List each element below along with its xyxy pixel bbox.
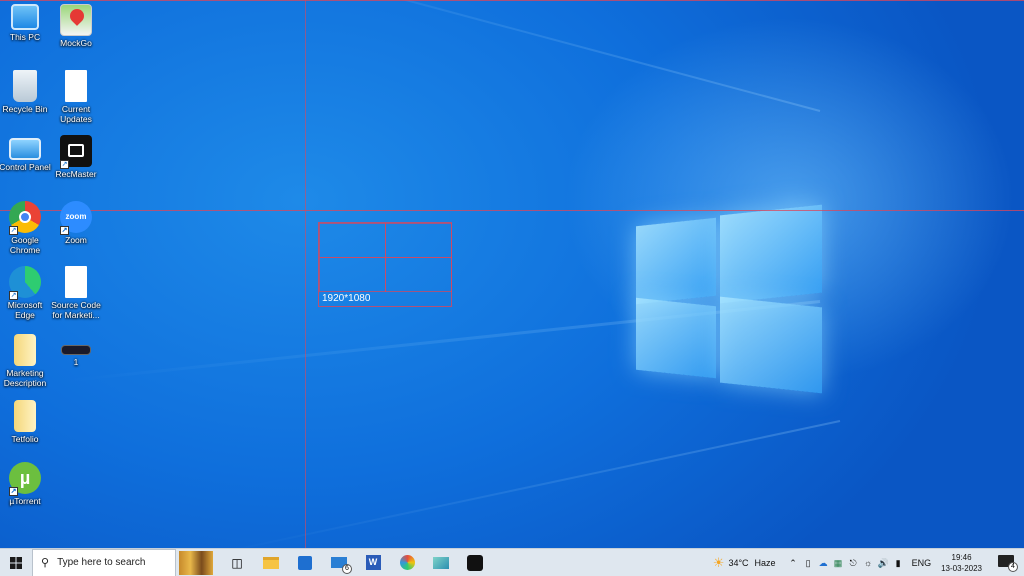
chevron-up-icon[interactable]: ⌃ — [787, 558, 800, 569]
wallpaper-beam — [143, 0, 821, 112]
region-selection-box[interactable]: 1920*1080 — [318, 222, 452, 307]
resolution-label: 1920*1080 — [322, 293, 371, 304]
chrome-icon: ↗ — [9, 201, 41, 235]
desktop-icon-zoom[interactable]: zoom ↗ Zoom — [48, 201, 104, 245]
zip-folder-icon — [14, 400, 36, 432]
weather-widget[interactable]: ☀ 34°C Haze — [713, 555, 776, 571]
control-panel-icon — [9, 138, 41, 160]
desktop-icon-marketing-description[interactable]: Marketing Description — [0, 334, 53, 388]
desktop-icon-microsoft-edge[interactable]: ↗ Microsoft Edge — [0, 266, 53, 320]
taskbar-mail[interactable]: 6 — [322, 549, 356, 576]
crosshair-vertical-guide — [305, 0, 306, 548]
image-file-icon — [61, 345, 91, 355]
shortcut-arrow-icon: ↗ — [9, 487, 18, 496]
desktop-icon-this-pc[interactable]: This PC — [0, 4, 53, 42]
grid-cell — [385, 223, 452, 258]
taskbar-recmaster[interactable] — [458, 549, 492, 576]
task-view-icon: ◫ — [231, 555, 243, 570]
desktop-icon-recycle-bin[interactable]: Recycle Bin — [0, 70, 53, 114]
taskbar-search-box[interactable]: ⚲ Type here to search — [32, 548, 176, 576]
grid-cell — [319, 257, 386, 292]
search-highlight-image[interactable] — [176, 549, 216, 576]
search-icon: ⚲ — [41, 557, 50, 569]
system-tray: ☀ 34°C Haze ⌃ ▯ ☁ ▦ ⎋ ☼ 🔊 ▮ ENG 19:46 13… — [713, 549, 1024, 576]
shortcut-arrow-icon: ↗ — [9, 291, 18, 300]
edge-icon: ↗ — [9, 266, 41, 300]
computer-icon — [11, 4, 39, 30]
usb-icon[interactable]: ⎋ — [847, 558, 860, 569]
battery-icon[interactable]: ▮ — [892, 558, 905, 569]
taskbar-file-explorer[interactable] — [254, 549, 288, 576]
wifi-icon[interactable]: ☼ — [862, 558, 875, 568]
clock-date: 13-03-2023 — [941, 564, 982, 573]
taskbar-app[interactable] — [424, 549, 458, 576]
taskbar-store[interactable] — [288, 549, 322, 576]
desktop-icon-control-panel[interactable]: Control Panel — [0, 138, 53, 172]
app-icon — [433, 556, 449, 569]
recycle-bin-icon — [13, 70, 37, 102]
recmaster-icon: ↗ — [60, 135, 92, 169]
onedrive-icon[interactable]: ☁ — [817, 558, 830, 569]
map-pin-icon — [60, 4, 92, 36]
shortcut-arrow-icon: ↗ — [60, 226, 69, 235]
notification-center-button[interactable]: 4 — [998, 555, 1018, 572]
mail-badge: 6 — [342, 563, 352, 574]
screen-border-top — [0, 0, 1024, 1]
taskbar-paint[interactable] — [390, 549, 424, 576]
desktop-icon-current-updates[interactable]: Current Updates — [48, 70, 104, 124]
windows-start-icon — [10, 556, 22, 569]
recmaster-icon — [467, 554, 483, 571]
notification-badge: 4 — [1008, 562, 1018, 572]
desktop-icon-file-1[interactable]: 1 — [48, 345, 104, 367]
zoom-icon-text: zoom — [65, 212, 87, 221]
zip-folder-icon — [14, 334, 36, 366]
desktop-icon-mockgo[interactable]: MockGo — [48, 4, 104, 48]
search-placeholder: Type here to search — [57, 557, 146, 568]
desktop[interactable]: 1920*1080 This PC Recycle Bin Control Pa… — [0, 0, 1024, 548]
crosshair-horizontal-guide — [0, 210, 1024, 211]
shortcut-arrow-icon: ↗ — [60, 160, 69, 169]
shortcut-arrow-icon: ↗ — [9, 226, 18, 235]
zoom-icon: zoom ↗ — [60, 201, 92, 235]
sun-haze-icon: ☀ — [712, 555, 725, 570]
utorrent-icon: µ ↗ — [9, 462, 41, 496]
language-indicator[interactable]: ENG — [912, 558, 932, 568]
desktop-icon-utorrent[interactable]: µ ↗ µTorrent — [0, 462, 53, 506]
taskbar: ⚲ Type here to search ◫ 6 W ☀ 34°C Haze … — [0, 548, 1024, 576]
document-icon — [65, 70, 87, 102]
task-view-button[interactable]: ◫ — [220, 549, 254, 576]
document-icon — [65, 266, 87, 298]
weather-condition: Haze — [754, 558, 776, 568]
clock-time: 19:46 — [951, 553, 972, 562]
desktop-icon-google-chrome[interactable]: ↗ Google Chrome — [0, 201, 53, 255]
wallpaper-beam — [213, 420, 841, 548]
desktop-icon-source-code[interactable]: Source Code for Marketi... — [48, 266, 104, 320]
desktop-icon-tetfolio[interactable]: Tetfolio — [0, 400, 53, 444]
word-icon: W — [365, 555, 381, 570]
phone-link-icon[interactable]: ▯ — [802, 558, 815, 569]
desktop-icon-recmaster[interactable]: ↗ RecMaster — [48, 135, 104, 179]
paint-icon — [399, 555, 415, 570]
store-icon — [298, 555, 312, 570]
grid-cell — [385, 257, 452, 292]
weather-temp: 34°C — [728, 558, 749, 568]
windows-logo — [636, 204, 826, 394]
start-button[interactable] — [0, 549, 32, 576]
folder-icon — [263, 556, 279, 569]
excel-icon[interactable]: ▦ — [832, 558, 845, 569]
grid-cell — [319, 223, 386, 258]
taskbar-word[interactable]: W — [356, 549, 390, 576]
volume-icon[interactable]: 🔊 — [877, 558, 890, 569]
clock[interactable]: 19:46 13-03-2023 — [941, 552, 982, 574]
